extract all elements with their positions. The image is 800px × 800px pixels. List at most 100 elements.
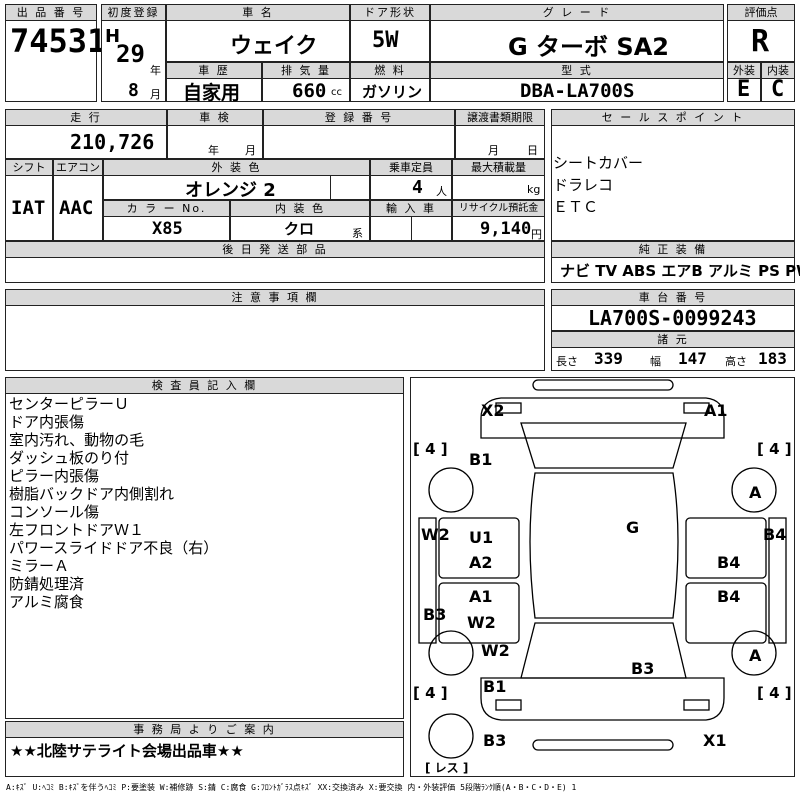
transfer-month-unit: 月 [488, 144, 499, 157]
mark-b3-mid: B3 [631, 659, 654, 678]
height-label: 高さ [725, 355, 747, 368]
displacement-label: 排 気 量 [262, 62, 350, 79]
capacity: 4 [412, 177, 423, 198]
mark-a-right-low: A [749, 646, 762, 665]
model-label: 型 式 [430, 62, 724, 79]
inspector-line: 左フロントドアＷ１ [9, 521, 145, 539]
load-unit: kg [527, 183, 541, 196]
damage-marks: X2 A1 B1 A G W2 U1 B4 A2 B4 B3 A1 B4 W2 … [413, 401, 792, 775]
inspection-year-unit: 年 [208, 144, 219, 157]
inspection-label: 車 検 [167, 109, 263, 126]
wheel-left-rear [428, 630, 474, 676]
transfer-day-unit: 日 [527, 144, 538, 157]
shift: IAT [11, 197, 46, 219]
grade: G ターボ SA2 [508, 33, 669, 61]
mark-a1-mid: A1 [469, 587, 493, 606]
int-color-label: 内 装 色 [230, 200, 370, 217]
front-bumper [532, 379, 674, 391]
sales-point-3: ＥＴＣ [553, 198, 599, 216]
score-label: 評価点 [727, 4, 795, 21]
inspector-line: アルミ腐食 [9, 593, 84, 611]
spec-label: 諸 元 [551, 331, 795, 348]
reg-year: 29 [116, 40, 145, 68]
exterior-score: E [737, 77, 751, 102]
reg-no-label: 登 録 番 号 [263, 109, 455, 126]
inspector-line: ピラー内張傷 [9, 467, 100, 485]
score: R [751, 24, 770, 59]
ac: AAC [59, 197, 94, 219]
recycle: 9,140 [480, 219, 532, 239]
chassis-label: 車 台 番 号 [551, 289, 795, 306]
ext-color-label: 外 装 色 [103, 159, 370, 176]
inspector-line: ダッシュ板のり付 [9, 449, 130, 467]
rear-bumper [532, 739, 674, 751]
spare-wheel [428, 713, 474, 759]
recycle-unit: 円 [531, 228, 542, 241]
mark-w2-low: W2 [481, 641, 510, 660]
history-label: 車 歴 [166, 62, 262, 79]
interior-score: C [771, 77, 785, 102]
displacement: 660 [292, 80, 327, 102]
first-reg-label: 初度登録 [101, 4, 166, 21]
capacity-label: 乗車定員 [370, 159, 452, 176]
rear-glass [520, 622, 687, 679]
mark-b3-bottom: B3 [483, 731, 506, 750]
shift-label: シフト [5, 159, 53, 176]
load-label: 最大積載量 [452, 159, 545, 176]
length: 339 [594, 349, 623, 368]
spare-label: [ レス ] [425, 761, 468, 775]
sales-point-1: シートカバー [553, 154, 644, 172]
mark-w2-left: W2 [421, 525, 450, 544]
month-unit: 月 [150, 88, 161, 101]
door-type: 5W [372, 28, 399, 53]
legend: A:ｷｽﾞ U:ﾍｺﾐ B:ｷｽﾞを伴うﾍｺﾐ P:要塗装 W:補修跡 S:錆 … [6, 783, 577, 792]
mark-a1-top: A1 [704, 401, 728, 420]
reg-no-box [263, 125, 455, 159]
equipment-label: 純 正 装 備 [551, 241, 795, 258]
tire-left-top: [ 4 ] [413, 440, 448, 458]
width: 147 [678, 349, 707, 368]
wheel-left-front [428, 467, 474, 513]
parts-box [5, 257, 545, 283]
inspector-line: 防錆処理済 [9, 575, 85, 593]
mark-a-right-top: A [749, 483, 762, 502]
length-label: 長さ [556, 355, 578, 368]
mark-a2: A2 [469, 553, 493, 572]
lot-no-label: 出 品 番 号 [5, 4, 97, 21]
car-diagram: X2 A1 B1 A G W2 U1 B4 A2 B4 B3 A1 B4 W2 … [410, 377, 795, 777]
int-color: クロ [284, 220, 315, 238]
notes-label: 注 意 事 項 欄 [5, 289, 545, 306]
color-no: X85 [152, 219, 183, 239]
tail-left [495, 699, 522, 711]
inspection-month-unit: 月 [245, 144, 256, 157]
inspector-line: 室内汚れ、動物の毛 [9, 431, 145, 449]
lot-no: 74531 [10, 22, 107, 60]
car-diagram-svg: X2 A1 B1 A G W2 U1 B4 A2 B4 B3 A1 B4 W2 … [413, 379, 792, 775]
mark-x2: X2 [481, 401, 504, 420]
sales-label: セ ー ル ス ポ イ ン ト [551, 109, 795, 126]
ext-color-divider [330, 175, 370, 200]
mark-x1: X1 [703, 731, 726, 750]
recycle-label: リサイクル預託金 [452, 200, 545, 217]
inspector-line: 樹脂バックドア内側割れ [9, 485, 175, 503]
tail-right [683, 699, 710, 711]
ext-color: オレンジ 2 [185, 180, 276, 201]
mark-b1-top: B1 [469, 450, 492, 469]
import-divider [411, 216, 452, 241]
sales-point-2: ドラレコ [553, 176, 614, 194]
history: 自家用 [183, 82, 241, 104]
car-name: ウェイク [230, 34, 318, 59]
hood-outline [480, 397, 725, 439]
grade-label: グ レ ー ド [430, 4, 724, 21]
inspector-line: センターピラーＵ [9, 395, 130, 413]
reg-month: 8 [128, 80, 139, 101]
office-message: ★★北陸サテライト会場出品車★★ [10, 742, 244, 760]
fuel-label: 燃 料 [350, 62, 430, 79]
mark-b4-b: B4 [717, 587, 740, 606]
mark-b4-a: B4 [717, 553, 740, 572]
car-name-label: 車 名 [166, 4, 350, 21]
int-color-unit: 系 [352, 227, 363, 240]
model: DBA-LA700S [520, 80, 635, 102]
inspector-line: パワースライドドア不良（右） [9, 539, 219, 557]
mark-u1: U1 [469, 528, 493, 547]
